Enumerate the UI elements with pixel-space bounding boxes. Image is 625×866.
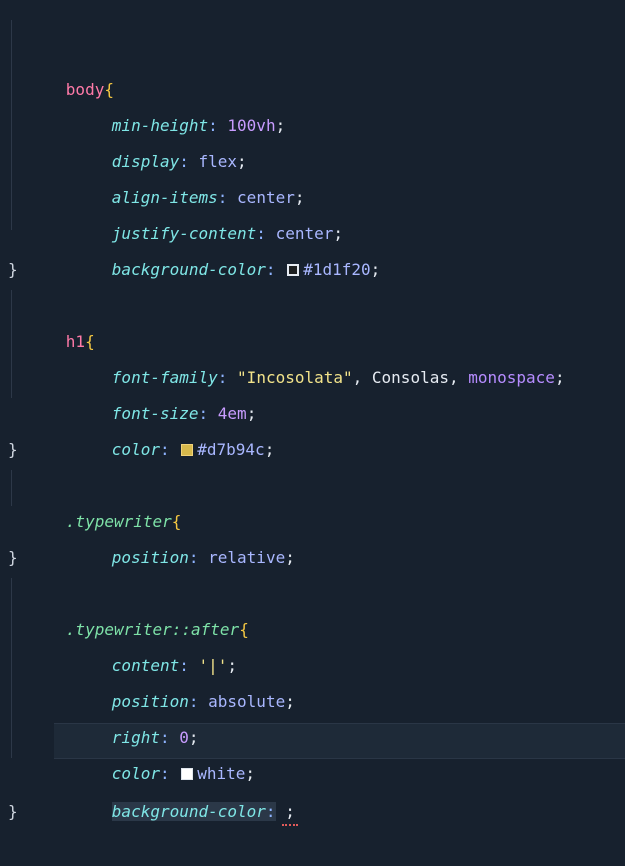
code-line[interactable]: .typewriter::after{ bbox=[0, 540, 625, 639]
code-line-active[interactable]: background-color: ; bbox=[0, 722, 625, 826]
code-line[interactable]: justify-content: center; bbox=[0, 144, 625, 243]
code-line[interactable]: font-size: 4em; bbox=[0, 324, 625, 423]
close-brace: } bbox=[8, 802, 18, 821]
code-line[interactable]: h1{ bbox=[0, 252, 625, 351]
code-line[interactable]: color: white; bbox=[0, 684, 625, 783]
code-line[interactable]: min-height: 100vh; bbox=[0, 36, 625, 135]
colon: : bbox=[265, 802, 276, 821]
code-line[interactable]: body{ bbox=[0, 0, 625, 99]
code-line[interactable]: right: 0; bbox=[0, 648, 625, 747]
code-line[interactable]: .typewriter{ bbox=[0, 432, 625, 531]
code-line[interactable]: display: flex; bbox=[0, 72, 625, 171]
code-line[interactable]: background-color: #1d1f20; bbox=[0, 180, 625, 279]
css-property: background-color bbox=[111, 802, 266, 821]
code-line[interactable]: content: '|'; bbox=[0, 576, 625, 675]
semicolon-error: ; bbox=[282, 794, 298, 830]
code-line[interactable]: } bbox=[0, 504, 625, 567]
code-line[interactable]: } bbox=[0, 216, 625, 279]
code-line[interactable]: position: absolute; bbox=[0, 612, 625, 711]
code-line[interactable]: position: relative; bbox=[0, 468, 625, 567]
code-line[interactable]: color: #d7b94c; bbox=[0, 360, 625, 459]
code-line[interactable]: font-family: "Incosolata", Consolas, mon… bbox=[0, 288, 625, 387]
code-line[interactable]: } bbox=[0, 758, 625, 821]
code-line[interactable]: } bbox=[0, 396, 625, 459]
code-editor[interactable]: body{ min-height: 100vh; display: flex; … bbox=[0, 0, 625, 826]
code-line[interactable]: align-items: center; bbox=[0, 108, 625, 207]
